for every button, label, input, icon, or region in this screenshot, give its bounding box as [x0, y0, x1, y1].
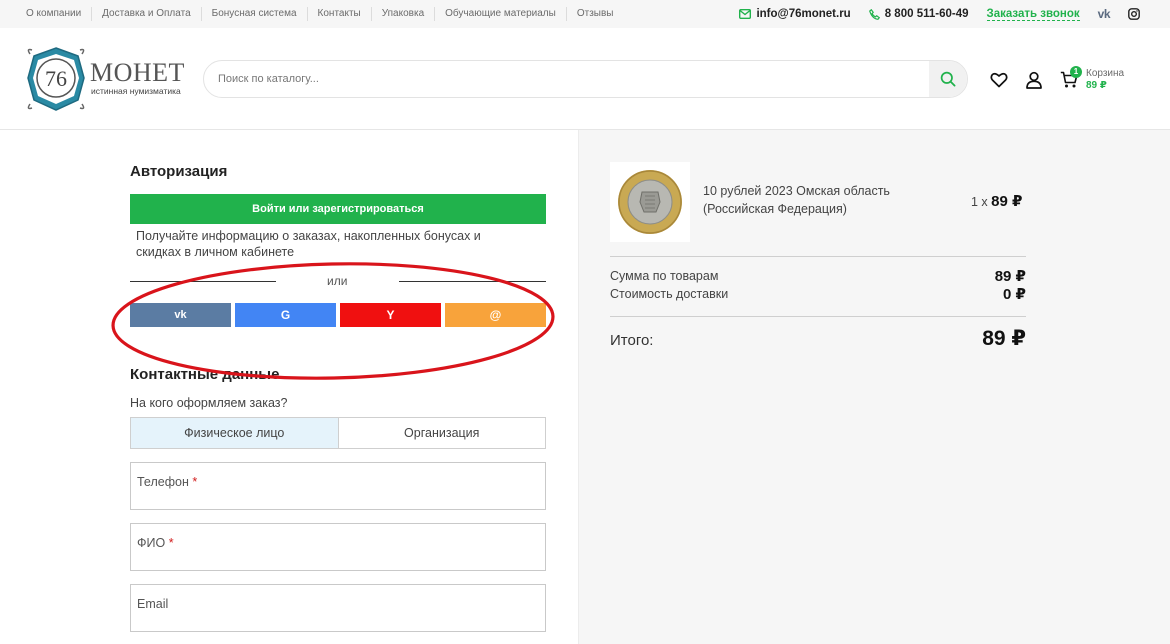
instagram-icon[interactable] [1128, 8, 1140, 20]
nav-learning[interactable]: Обучающие материалы [435, 7, 567, 21]
search-input[interactable] [218, 61, 918, 97]
summary-divider [610, 256, 1026, 257]
top-bar: О компании Доставка и Оплата Бонусная си… [0, 0, 1170, 28]
customer-type-switch: Физическое лицо Организация [130, 417, 546, 449]
name-label: ФИО * [137, 536, 174, 550]
product-price: 89 ₽ [991, 193, 1023, 210]
logo-number: 76 [45, 66, 67, 91]
delivery-value: 0 ₽ [1003, 286, 1026, 303]
email-link[interactable]: info@76monet.ru [739, 8, 851, 20]
callback-link[interactable]: Заказать звонок [986, 8, 1080, 21]
phone-text: 8 800 511-60-49 [884, 8, 969, 20]
total-value: 89 ₽ [982, 327, 1026, 350]
summary-divider [610, 316, 1026, 317]
search-button[interactable] [929, 61, 967, 97]
cart-sum: 89 ₽ [1086, 80, 1107, 91]
tab-individual[interactable]: Физическое лицо [131, 418, 339, 448]
search-box [203, 60, 968, 98]
cart-button[interactable]: 1 Корзина 89 ₽ [1058, 66, 1128, 96]
delivery-label: Стоимость доставки [610, 287, 729, 301]
auth-hint: Получайте информацию о заказах, накоплен… [136, 229, 481, 259]
logo-tagline: истинная нумизматика [91, 86, 181, 96]
email-text: info@76monet.ru [756, 8, 851, 20]
logo-emblem-icon: 76 [27, 47, 85, 111]
customer-type-question: На кого оформляем заказ? [130, 396, 288, 410]
phone-icon [868, 8, 880, 20]
product-name[interactable]: 10 рублей 2023 Омская область (Российска… [703, 182, 923, 218]
tab-organization[interactable]: Организация [339, 418, 546, 448]
vk-icon[interactable]: vk [1098, 7, 1111, 21]
nav-reviews[interactable]: Отзывы [567, 7, 624, 21]
nav-about[interactable]: О компании [16, 7, 93, 21]
email-label: Email [137, 597, 169, 611]
phone-label: Телефон * [137, 475, 198, 489]
phone-field[interactable]: Телефон * [130, 462, 546, 510]
login-register-button[interactable]: Войти или зарегистрироваться [130, 194, 546, 224]
total-label: Итого: [610, 332, 654, 349]
goods-sum-value: 89 ₽ [994, 268, 1026, 285]
product-qty-price: 1 x 89 ₽ [971, 192, 1022, 210]
order-summary: 10 рублей 2023 Омская область (Российска… [578, 130, 1170, 644]
nav-packaging[interactable]: Упаковка [372, 7, 436, 21]
phone-link[interactable]: 8 800 511-60-49 [868, 8, 969, 20]
nav-delivery[interactable]: Доставка и Оплата [92, 7, 202, 21]
user-icon[interactable] [1025, 71, 1043, 89]
heart-icon[interactable] [990, 71, 1008, 89]
mail-icon [739, 9, 752, 19]
logo[interactable]: 76 МОНЕТ истинная нумизматика [24, 46, 194, 114]
annotation-ellipse [111, 262, 555, 380]
cart-label: Корзина [1086, 68, 1125, 79]
nav-contacts[interactable]: Контакты [308, 7, 372, 21]
auth-title: Авторизация [130, 163, 228, 180]
header: 76 МОНЕТ истинная нумизматика 1 Корзина … [0, 28, 1170, 130]
product-image[interactable] [610, 162, 690, 242]
email-field[interactable]: Email [130, 584, 546, 632]
coin-image [618, 170, 682, 234]
top-contacts: info@76monet.ru 8 800 511-60-49 Заказать… [739, 0, 1140, 28]
search-icon [940, 71, 956, 87]
logo-name: МОНЕТ [90, 58, 185, 87]
product-qty: 1 x [971, 195, 988, 209]
cart-count-badge: 1 [1070, 66, 1082, 78]
goods-sum-label: Сумма по товарам [610, 269, 719, 283]
top-nav: О компании Доставка и Оплата Бонусная си… [16, 0, 623, 28]
checkout-form: Авторизация Войти или зарегистрироваться… [0, 130, 578, 644]
name-field[interactable]: ФИО * [130, 523, 546, 571]
nav-bonus[interactable]: Бонусная система [202, 7, 308, 21]
